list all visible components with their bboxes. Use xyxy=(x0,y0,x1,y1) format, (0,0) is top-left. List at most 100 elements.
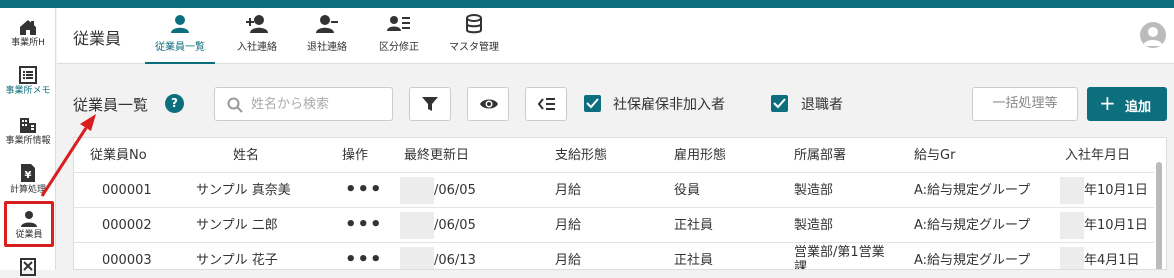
sidebar-item-employees[interactable]: 従業員 xyxy=(4,201,54,247)
table-row[interactable]: 000001 サンプル 真奈美 ••• /06/05 月給 役員 製造部 A:給… xyxy=(74,173,1154,208)
filter-button[interactable] xyxy=(409,87,451,121)
person-icon xyxy=(7,210,51,228)
svg-text:¥: ¥ xyxy=(25,170,32,181)
cell-employee-no: 000001 xyxy=(102,183,152,198)
table-header-row: 従業員No 姓名 操作 最終更新日 支給形態 雇用形態 所属部署 給与Gr 入社… xyxy=(74,138,1154,173)
cell-employment-type: 正社員 xyxy=(674,253,714,268)
top-accent-bar xyxy=(0,0,1174,8)
redacted-mask xyxy=(400,212,434,239)
sidebar-item-office-info[interactable]: 事業所情報 xyxy=(0,116,56,147)
person-remove-icon xyxy=(297,14,357,34)
tab-hire-notice[interactable]: 入社連絡 xyxy=(227,14,287,64)
cell-department: 営業部/第1営業 課 xyxy=(794,245,885,270)
tab-master-management[interactable]: マスタ管理 xyxy=(441,14,507,64)
vertical-scrollbar[interactable] xyxy=(1156,162,1162,269)
cell-employee-no: 000003 xyxy=(102,253,152,268)
sidebar-item-office-memo[interactable]: 事業所メモ xyxy=(0,66,56,97)
header-employment-type[interactable]: 雇用形態 xyxy=(674,138,726,173)
table-row[interactable]: 000003 サンプル 花子 ••• /06/13 月給 正社員 営業部/第1営… xyxy=(74,243,1154,270)
yen-document-icon: ¥ xyxy=(0,163,56,183)
redacted-mask xyxy=(400,247,434,269)
cell-name[interactable]: サンプル 二郎 xyxy=(196,208,278,243)
sidebar: 事業所H 事業所メモ 事業所情報 ¥ 計算処理 従業員 xyxy=(0,8,56,276)
tab-label: 退社連絡 xyxy=(307,42,347,53)
cell-last-updated: /06/05 xyxy=(434,218,476,233)
list-title: 従業員一覧 xyxy=(73,96,149,114)
header-pay-type[interactable]: 支給形態 xyxy=(555,138,607,173)
table-row[interactable]: 000002 サンプル 二郎 ••• /06/05 月給 正社員 製造部 A:給… xyxy=(74,208,1154,243)
cell-pay-type: 月給 xyxy=(555,183,582,198)
tab-leave-notice[interactable]: 退社連絡 xyxy=(297,14,357,64)
person-list-icon xyxy=(369,14,429,34)
more-options-icon[interactable]: ••• xyxy=(345,243,383,269)
non-insured-checkbox[interactable] xyxy=(584,95,601,112)
header-department[interactable]: 所属部署 xyxy=(794,138,846,173)
cell-employment-type: 役員 xyxy=(674,183,701,198)
redacted-mask xyxy=(1060,247,1084,269)
help-icon[interactable]: ? xyxy=(165,94,184,113)
sidebar-item-tax[interactable] xyxy=(0,258,56,278)
header-salary-group[interactable]: 給与Gr xyxy=(914,138,955,173)
avatar[interactable] xyxy=(1140,22,1166,48)
non-insured-checkbox-label[interactable]: 社保雇保非加入者 xyxy=(613,94,725,114)
tab-label: マスタ管理 xyxy=(449,42,499,53)
memo-list-icon xyxy=(0,66,56,84)
cell-name[interactable]: サンプル 花子 xyxy=(196,243,278,269)
building-icon xyxy=(0,116,56,134)
redacted-mask xyxy=(1060,212,1084,239)
sidebar-item-label: 計算処理 xyxy=(9,185,46,195)
cell-department-line1: 営業部/第1営業 xyxy=(794,245,885,260)
sidebar-item-label: 従業員 xyxy=(15,230,43,240)
sidebar-item-label: 事業所メモ xyxy=(5,86,51,96)
cell-pay-type: 月給 xyxy=(555,218,582,233)
office-home-icon xyxy=(0,18,56,36)
view-button[interactable] xyxy=(467,87,509,121)
tab-category-edit[interactable]: 区分修正 xyxy=(369,14,429,64)
sidebar-item-calculation[interactable]: ¥ 計算処理 xyxy=(0,163,56,196)
tax-document-icon xyxy=(0,258,56,276)
cell-join-date: 年4月1日 xyxy=(1084,253,1140,268)
person-icon xyxy=(145,14,215,34)
page-title: 従業員 xyxy=(73,29,122,48)
sidebar-item-label: 事業所H xyxy=(11,38,45,48)
cell-salary-group: A:給与規定グループ xyxy=(914,183,1031,198)
cell-employee-no: 000002 xyxy=(102,218,152,233)
cell-department: 製造部 xyxy=(794,218,834,233)
person-add-icon xyxy=(227,14,287,34)
header-join-date[interactable]: 入社年月日 xyxy=(1065,138,1130,173)
bulk-action-button[interactable]: 一括処理等 xyxy=(972,87,1078,121)
list-toolbar: 従業員一覧 ? 社保雇保非加入者 退職者 一括処理等 + 追加 xyxy=(57,64,1174,140)
tab-label: 従業員一覧 xyxy=(155,42,205,53)
add-button-label: 追加 xyxy=(1125,100,1152,115)
cell-name[interactable]: サンプル 真奈美 xyxy=(196,173,291,208)
cell-last-updated: /06/05 xyxy=(434,183,476,198)
header-employee-no[interactable]: 従業員No xyxy=(90,138,147,173)
more-options-icon[interactable]: ••• xyxy=(345,173,383,208)
header-name[interactable]: 姓名 xyxy=(233,138,259,173)
cell-pay-type: 月給 xyxy=(555,253,582,268)
cell-salary-group: A:給与規定グループ xyxy=(914,218,1031,233)
tab-label: 区分修正 xyxy=(379,42,419,53)
retired-checkbox[interactable] xyxy=(771,95,788,112)
tab-label: 入社連絡 xyxy=(237,42,277,53)
cell-join-date: 年10月1日 xyxy=(1084,218,1148,233)
tab-employee-list[interactable]: 従業員一覧 xyxy=(145,14,215,64)
add-button[interactable]: + 追加 xyxy=(1087,87,1167,121)
cell-department-line2: 課 xyxy=(794,260,808,270)
plus-icon: + xyxy=(1099,91,1116,115)
header-last-updated[interactable]: 最終更新日 xyxy=(404,138,469,173)
employee-table: 従業員No 姓名 操作 最終更新日 支給形態 雇用形態 所属部署 給与Gr 入社… xyxy=(73,137,1167,270)
cell-join-date: 年10月1日 xyxy=(1084,183,1148,198)
search-input[interactable] xyxy=(251,94,387,114)
app-header: 従業員 従業員一覧 入社連絡 退社連絡 区分修正 マスタ管理 xyxy=(57,8,1174,64)
search-box xyxy=(214,87,393,121)
cell-last-updated: /06/13 xyxy=(434,253,476,268)
cell-department: 製造部 xyxy=(794,183,834,198)
sidebar-item-office-home[interactable]: 事業所H xyxy=(0,18,56,49)
column-settings-button[interactable] xyxy=(525,87,567,121)
sidebar-item-label: 事業所情報 xyxy=(5,136,51,146)
cell-employment-type: 正社員 xyxy=(674,218,714,233)
retired-checkbox-label[interactable]: 退職者 xyxy=(801,94,843,114)
database-icon xyxy=(441,14,507,34)
more-options-icon[interactable]: ••• xyxy=(345,208,383,243)
